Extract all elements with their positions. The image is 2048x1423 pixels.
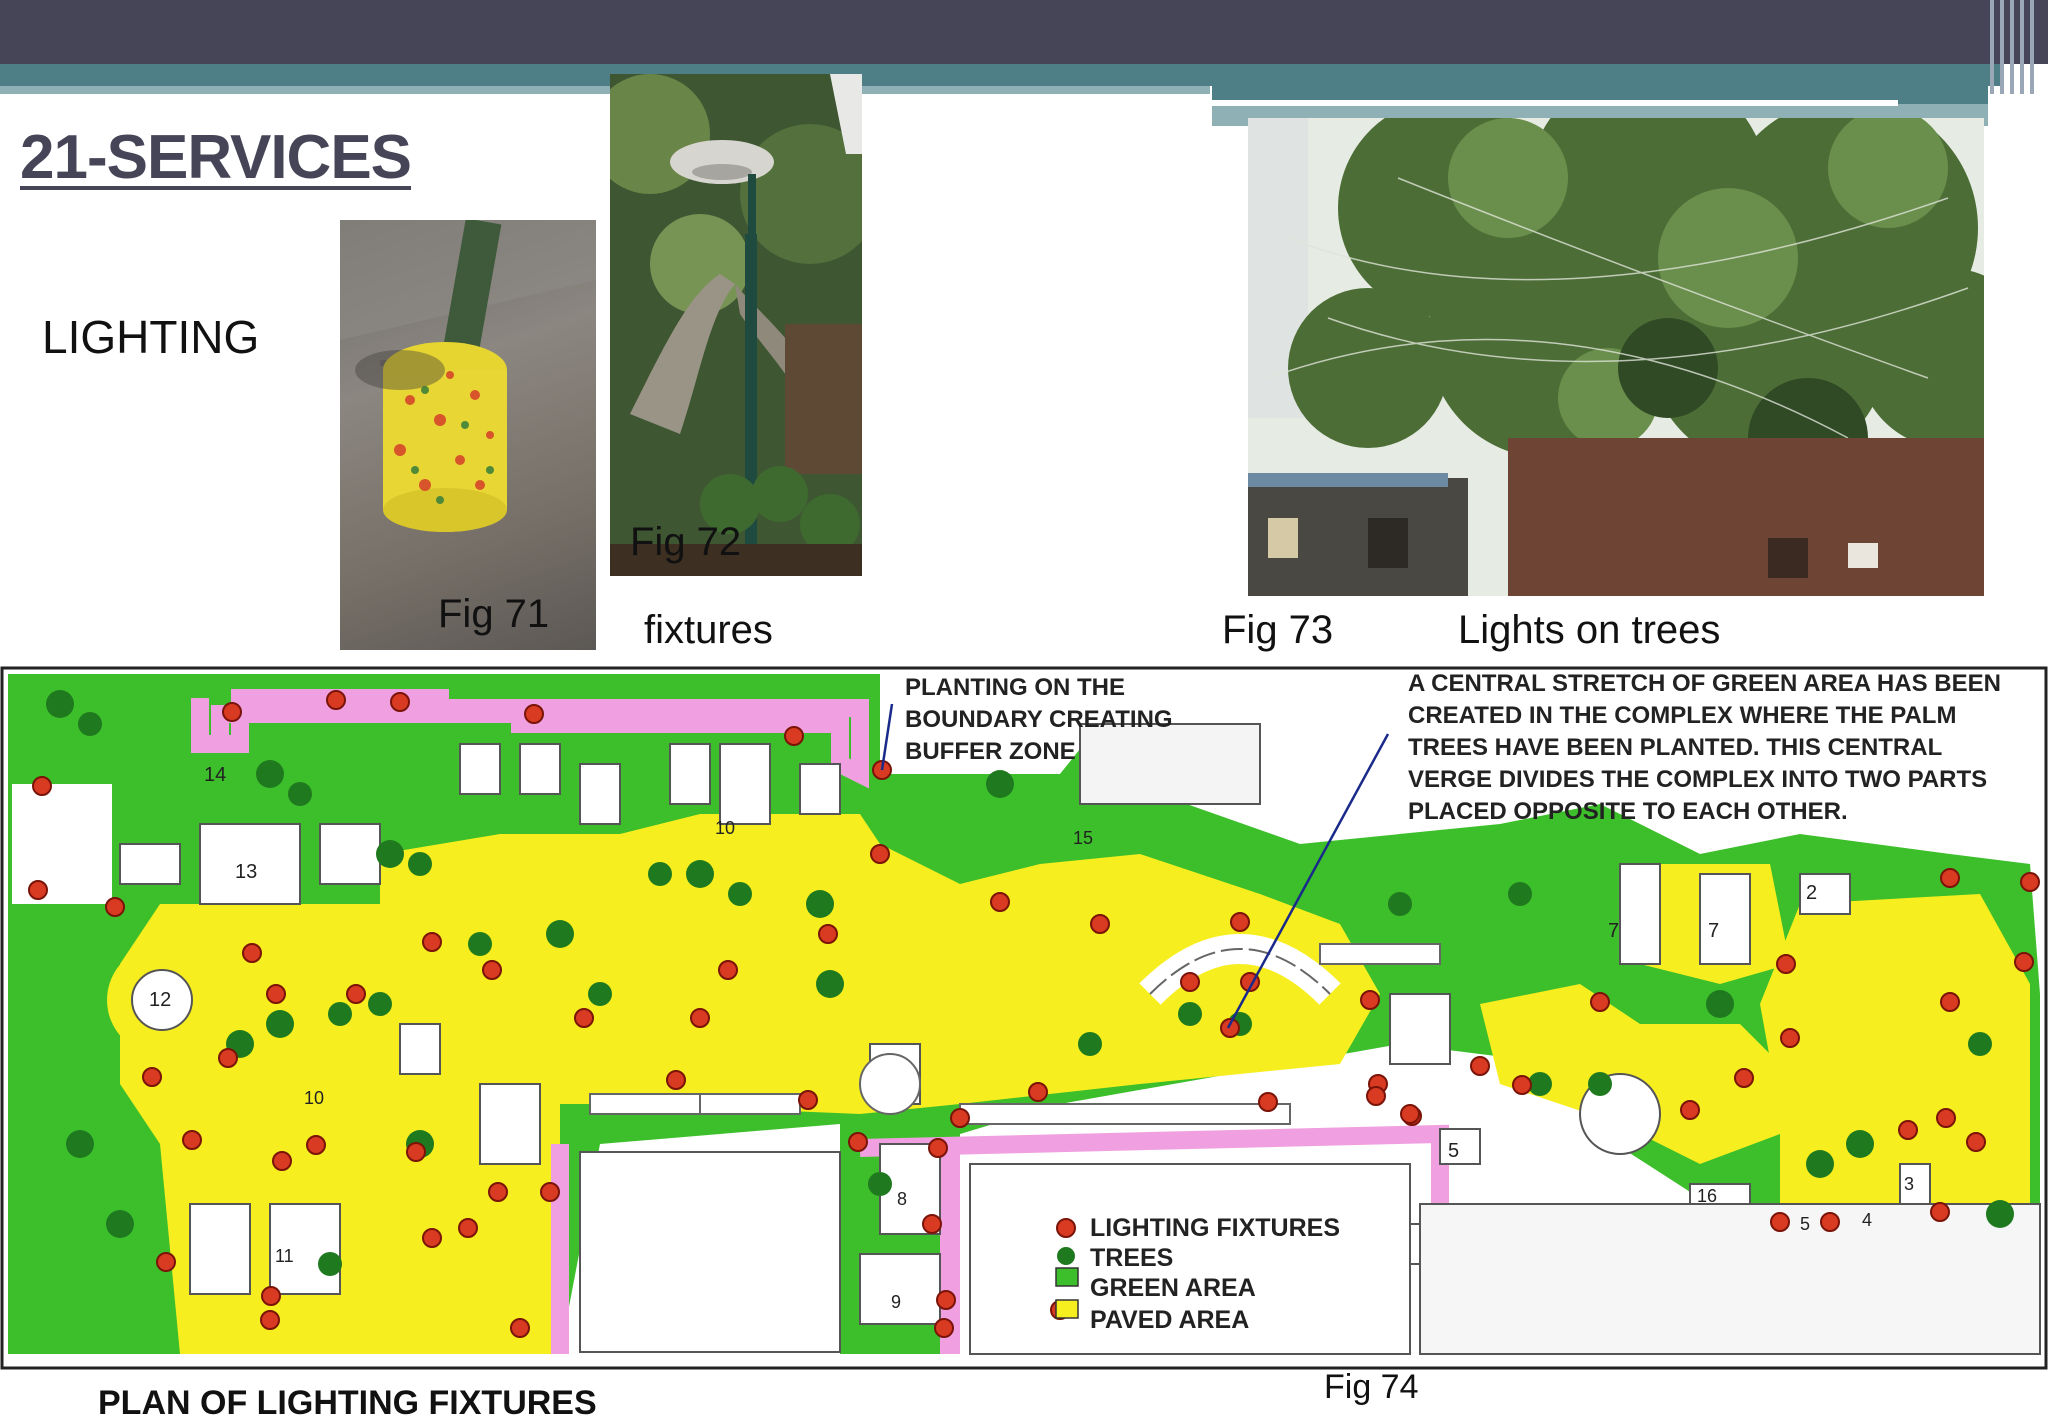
header-band — [0, 0, 2048, 64]
figure-label: Fig 74 — [1324, 1368, 1419, 1406]
block-number: 9 — [891, 1292, 902, 1312]
legend-paved-area: PAVED AREA — [1090, 1306, 1250, 1334]
figure-caption: fixtures — [644, 608, 773, 652]
block-number: 12 — [149, 989, 172, 1011]
corner-decoration — [2030, 0, 2034, 94]
annotation-boundary-planting: PLANTING ON THE BOUNDARY CREATING BUFFER… — [905, 674, 1173, 765]
block-number: 7 — [1708, 920, 1720, 942]
photo-bollard — [340, 220, 596, 650]
block-number: 5 — [1448, 1140, 1460, 1162]
page-title: 21-SERVICES — [20, 123, 412, 192]
block-number: 4 — [1862, 1210, 1873, 1230]
plan-caption: PLAN OF LIGHTING FIXTURES — [98, 1384, 597, 1422]
block-number: 14 — [204, 764, 227, 786]
section-heading: LIGHTING — [42, 311, 260, 363]
legend-trees: TREES — [1090, 1244, 1174, 1272]
block-number: 7 — [1608, 920, 1620, 942]
block-number: 2 — [1806, 882, 1818, 904]
legend-lighting-fixtures: LIGHTING FIXTURES — [1090, 1214, 1340, 1242]
corner-decoration — [2000, 0, 2004, 94]
block-number: 10 — [715, 818, 736, 838]
corner-decoration — [1990, 0, 1994, 94]
photo-lamp-post — [610, 74, 862, 576]
header-divider-line — [1212, 100, 1898, 106]
annotation-central-verge: A CENTRAL STRETCH OF GREEN AREA HAS BEEN… — [1408, 670, 2001, 825]
figure-label: Fig 72 — [630, 520, 742, 564]
block-number: 8 — [897, 1189, 908, 1209]
figure-label: Fig 73 — [1222, 608, 1334, 652]
block-number: 13 — [235, 861, 258, 883]
block-number: 16 — [1697, 1186, 1718, 1206]
header-accent-stripe — [0, 86, 1210, 94]
figure-label: Fig 71 — [438, 592, 550, 636]
legend-green-area: GREEN AREA — [1090, 1274, 1256, 1302]
block-number: 3 — [1904, 1174, 1915, 1194]
site-plan-lighting-fixtures: 14 13 12 10 10 11 15 8 9 5 7 7 2 16 5 4 … — [0, 664, 2048, 1370]
corner-decoration — [2010, 0, 2014, 94]
figure-caption: Lights on trees — [1458, 608, 1721, 652]
block-number: 5 — [1800, 1214, 1811, 1234]
block-number: 10 — [304, 1088, 325, 1108]
block-number: 11 — [275, 1246, 294, 1266]
photo-lights-on-trees — [1248, 118, 1984, 596]
header-accent-band — [0, 64, 2000, 86]
corner-decoration — [2020, 0, 2024, 94]
block-number: 15 — [1073, 828, 1094, 848]
